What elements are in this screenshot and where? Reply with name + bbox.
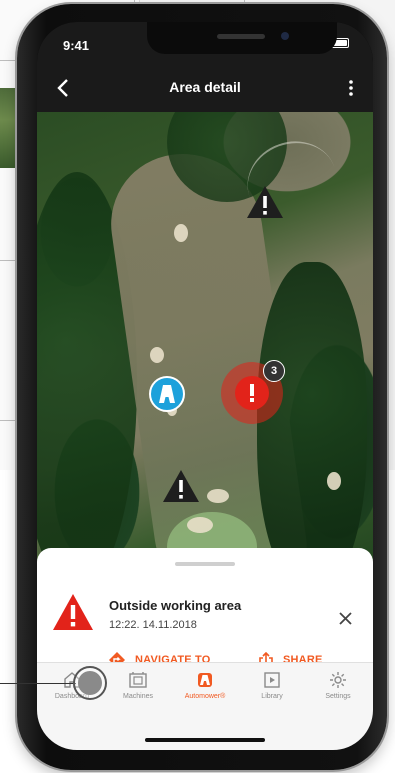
more-vertical-icon: [349, 80, 353, 96]
tab-library[interactable]: Library: [239, 671, 305, 700]
tab-machines[interactable]: Machines: [105, 671, 171, 700]
tab-label: Automower®: [184, 693, 226, 700]
phone-screen: 9:41 Area detail 3 Outside working area …: [37, 22, 373, 750]
tab-settings[interactable]: Settings: [305, 671, 371, 700]
warning-triangle-icon[interactable]: [245, 184, 285, 220]
status-time: 9:41: [63, 38, 90, 53]
close-icon: [338, 611, 352, 625]
sheet-drag-handle[interactable]: [175, 562, 235, 566]
library-icon: [264, 672, 280, 688]
map-bunker: [207, 489, 229, 503]
map-bunker: [327, 472, 341, 490]
page-title: Area detail: [169, 79, 241, 95]
automower-icon: [159, 385, 175, 403]
alert-timestamp: 12:22. 14.11.2018: [109, 619, 197, 631]
scene: 9:41 Area detail 3 Outside working area …: [0, 0, 395, 773]
alert-count-badge: 3: [263, 360, 285, 382]
more-options-button[interactable]: [337, 74, 365, 102]
automower-marker[interactable]: [149, 376, 185, 412]
home-indicator: [145, 738, 265, 742]
alert-exclamation-icon: [235, 376, 269, 410]
map-bunker: [187, 517, 213, 533]
app-bar: Area detail: [37, 64, 373, 112]
tab-automower[interactable]: Automower®: [172, 671, 238, 700]
close-button[interactable]: [333, 606, 357, 630]
phone-notch: [147, 22, 337, 54]
map-tree-area: [257, 262, 367, 592]
map-bunker: [150, 347, 164, 363]
map-bunker: [174, 224, 188, 242]
gear-icon: [330, 672, 346, 688]
satellite-map[interactable]: 3: [37, 112, 373, 592]
callout-marker: [73, 666, 107, 700]
tab-label: Settings: [325, 693, 351, 700]
alert-triangle-icon: [53, 594, 93, 630]
automower-icon: [198, 673, 212, 687]
tab-label: Library: [261, 693, 283, 700]
alert-title: Outside working area: [109, 598, 242, 613]
tab-label: Machines: [123, 693, 153, 700]
machines-icon: [129, 672, 147, 688]
callout-line: [0, 683, 76, 684]
background-thumbnail: [0, 88, 18, 168]
warning-triangle-icon[interactable]: [161, 468, 201, 504]
